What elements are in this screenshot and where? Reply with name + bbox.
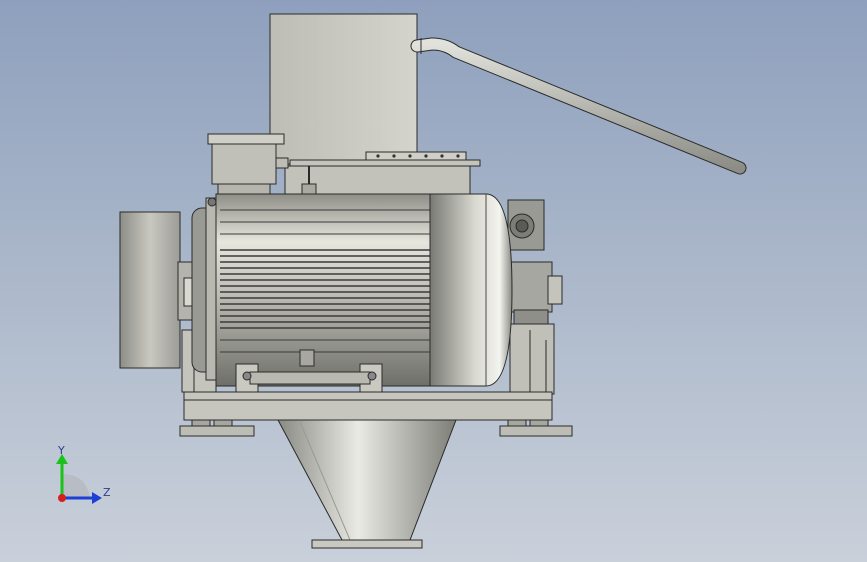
triad-quadrant	[62, 474, 90, 498]
motor-end-cap	[429, 193, 513, 387]
triad-y-label: Y	[58, 444, 65, 457]
cad-model-view[interactable]	[0, 0, 867, 562]
motor-body	[215, 193, 446, 387]
top-enclosure-box	[269, 13, 418, 165]
rear-bearing-assembly	[507, 199, 563, 325]
z-axis-arrowhead	[92, 492, 102, 504]
discharge-pipe	[410, 37, 747, 175]
triad-z-label: Z	[103, 486, 111, 499]
graphics-viewport[interactable]: Y Z	[0, 0, 867, 562]
terminal-box	[207, 133, 289, 199]
x-axis-dot	[58, 494, 66, 502]
hopper-cone	[277, 419, 457, 549]
rear-support	[509, 323, 555, 395]
